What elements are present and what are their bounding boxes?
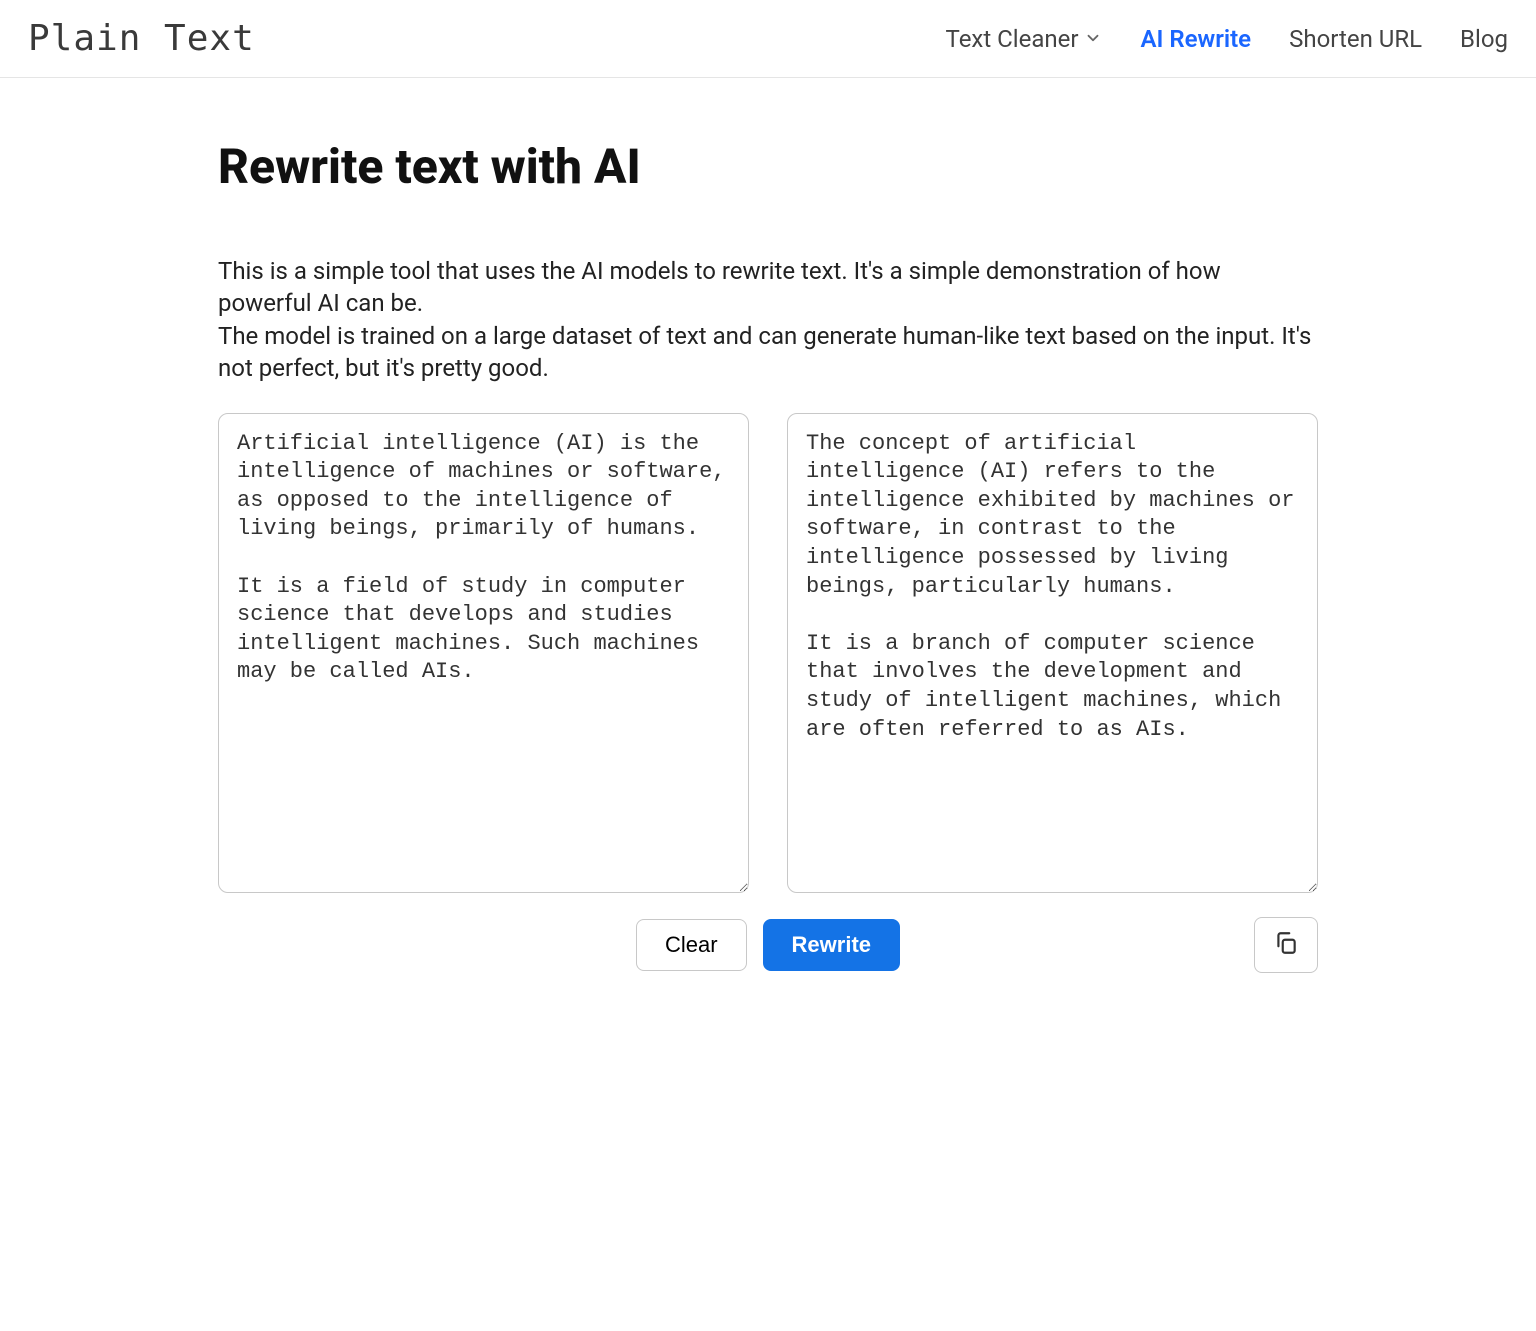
nav-ai-rewrite-label: AI Rewrite [1140,25,1251,53]
nav-shorten-url-label: Shorten URL [1289,25,1422,53]
copy-icon [1273,930,1299,959]
nav-blog[interactable]: Blog [1460,25,1508,53]
nav-text-cleaner-label: Text Cleaner [946,25,1079,53]
description-line-1: This is a simple tool that uses the AI m… [218,255,1318,320]
page-title: Rewrite text with AI [218,138,1318,195]
rewrite-button[interactable]: Rewrite [763,919,900,971]
nav-shorten-url[interactable]: Shorten URL [1289,25,1422,53]
chevron-down-icon [1084,25,1102,53]
input-textarea[interactable] [218,413,749,893]
copy-button[interactable] [1254,917,1318,973]
center-buttons: Clear Rewrite [636,919,900,971]
text-panes [218,413,1318,893]
output-textarea[interactable] [787,413,1318,893]
site-logo[interactable]: Plain Text [28,18,255,59]
nav-ai-rewrite[interactable]: AI Rewrite [1140,25,1251,53]
controls-row: Clear Rewrite [218,919,1318,971]
top-nav: Text Cleaner AI Rewrite Shorten URL Blog [946,25,1508,53]
clear-button[interactable]: Clear [636,919,747,971]
page-description: This is a simple tool that uses the AI m… [218,255,1318,385]
description-line-2: The model is trained on a large dataset … [218,320,1318,385]
site-header: Plain Text Text Cleaner AI Rewrite Short… [0,0,1536,78]
nav-blog-label: Blog [1460,25,1508,53]
nav-text-cleaner[interactable]: Text Cleaner [946,25,1103,53]
main-content: Rewrite text with AI This is a simple to… [198,78,1338,1011]
